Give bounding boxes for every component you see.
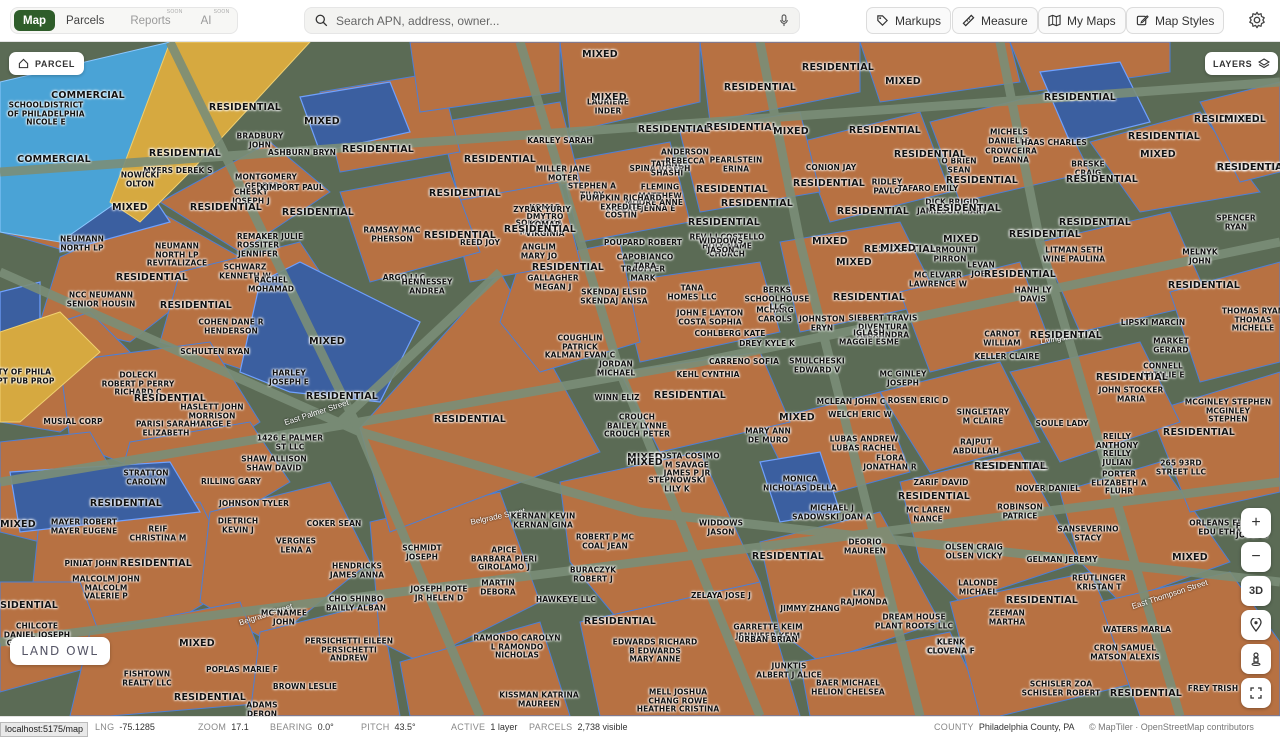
view-tabs: Map Parcels Reports SOON AI SOON	[10, 7, 238, 34]
3d-toggle-label: 3D	[1248, 585, 1264, 597]
parcels-readout: PARCELS 2,738 visible	[529, 722, 628, 732]
tab-map[interactable]: Map	[14, 10, 55, 31]
street-view-button[interactable]	[1241, 644, 1271, 674]
parcel-button[interactable]: PARCEL	[9, 52, 84, 75]
bearing-value: 0.0°	[317, 722, 334, 732]
zoom-readout: ZOOM 17.1	[198, 722, 249, 732]
layers-icon	[1258, 57, 1271, 68]
active-label: ACTIVE	[451, 722, 486, 732]
map-basemap	[0, 42, 1280, 716]
search-bar	[304, 7, 800, 34]
measure-label: Measure	[981, 13, 1028, 28]
zoom-out-label: −	[1251, 548, 1261, 565]
layers-button[interactable]: LAYERS	[1205, 52, 1279, 75]
gear-icon[interactable]	[1248, 11, 1266, 29]
map-canvas[interactable]: Belgrade Street Belgrade Street East Tho…	[0, 42, 1280, 716]
status-bar: LNG -75.1285 ZOOM 17.1 BEARING 0.0° PITCH 43…	[0, 716, 1280, 737]
tab-reports-label: Reports	[130, 14, 171, 27]
markups-label: Markups	[895, 13, 942, 28]
parcels-label: PARCELS	[529, 722, 573, 732]
pitch-value: 43.5°	[394, 722, 416, 732]
parcels-value: 2,738 visible	[577, 722, 628, 732]
soon-badge: SOON	[166, 9, 183, 15]
zoom-label: ZOOM	[198, 722, 227, 732]
top-bar: Map Parcels ReportsSOON AISOON Markups M…	[0, 0, 1280, 42]
location-pin-icon	[1250, 618, 1262, 632]
home-icon	[18, 58, 29, 69]
tab-ai[interactable]: AI SOON	[192, 9, 232, 31]
lng-readout: LNG -75.1285	[95, 722, 155, 732]
my-maps-button[interactable]: My Maps	[1038, 7, 1126, 34]
zoom-in-button[interactable]: +	[1241, 508, 1271, 538]
logo-text: LAND OWL	[21, 644, 99, 658]
map-icon	[1048, 14, 1061, 27]
search-input[interactable]	[336, 13, 779, 28]
measure-button[interactable]: Measure	[952, 7, 1038, 34]
county-readout: COUNTY Philadelphia County, PA	[934, 722, 1075, 732]
locate-button[interactable]	[1241, 610, 1271, 640]
soon-badge: SOON	[213, 9, 230, 15]
fullscreen-button[interactable]	[1241, 678, 1271, 708]
edit-icon	[1136, 15, 1149, 26]
county-label: COUNTY	[934, 722, 974, 732]
zoom-value: 17.1	[231, 722, 249, 732]
bearing-readout: BEARING 0.0°	[270, 722, 334, 732]
expand-icon	[1250, 687, 1262, 699]
tab-parcels[interactable]: Parcels	[57, 10, 113, 31]
layers-button-label: LAYERS	[1213, 58, 1253, 69]
landowl-logo: LAND OWL	[10, 637, 110, 665]
lng-label: LNG	[95, 722, 115, 732]
map-attribution[interactable]: © MapTiler · OpenStreetMap contributors	[1089, 722, 1254, 732]
markups-button[interactable]: Markups	[866, 7, 952, 34]
search-icon	[315, 14, 328, 27]
active-value: 1 layer	[490, 722, 518, 732]
my-maps-label: My Maps	[1067, 13, 1116, 28]
pitch-label: PITCH	[361, 722, 390, 732]
zoom-in-label: +	[1251, 514, 1261, 531]
tag-icon	[877, 15, 888, 26]
tab-map-label: Map	[23, 14, 46, 27]
zoom-out-button[interactable]: −	[1241, 542, 1271, 572]
active-layers-readout: ACTIVE 1 layer	[451, 722, 517, 732]
lng-value: -75.1285	[119, 722, 155, 732]
map-styles-label: Map Styles	[1155, 13, 1215, 28]
county-value: Philadelphia County, PA	[978, 722, 1075, 732]
tab-ai-label: AI	[200, 14, 212, 27]
ruler-icon	[962, 14, 975, 27]
3d-toggle-button[interactable]: 3D	[1241, 576, 1271, 606]
tab-parcels-label: Parcels	[66, 14, 105, 27]
map-styles-button[interactable]: Map Styles	[1126, 7, 1225, 34]
person-icon	[1251, 652, 1261, 666]
pitch-readout: PITCH 43.5°	[361, 722, 416, 732]
parcel-button-label: PARCEL	[35, 58, 75, 69]
bearing-label: BEARING	[270, 722, 313, 732]
microphone-icon[interactable]	[779, 14, 789, 27]
tab-reports[interactable]: Reports SOON	[121, 9, 182, 31]
url-tooltip: localhost:5175/map	[0, 722, 89, 737]
